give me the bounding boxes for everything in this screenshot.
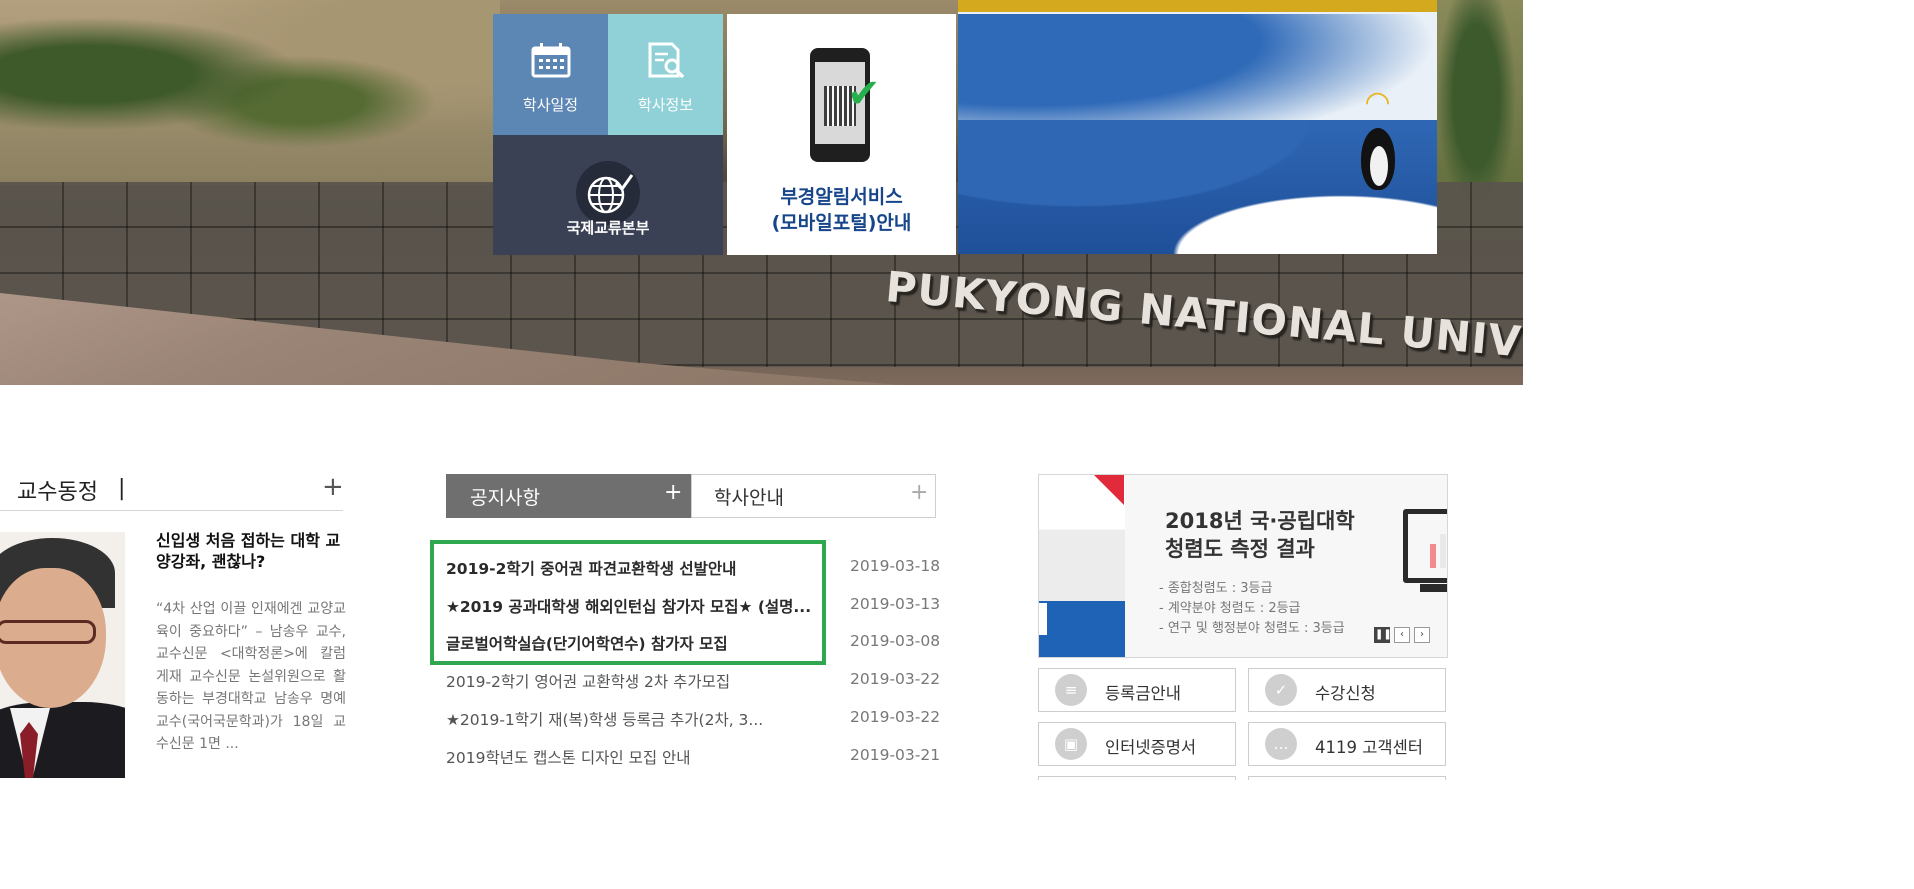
internet-certificate-label: 인터넷증명서	[1105, 738, 1197, 757]
tile-international-office[interactable]: 국제교류본부	[493, 135, 723, 255]
professor-news-summary[interactable]: “4차 산업 이끌 인재에겐 교양교육이 중요하다” – 남송우 교수, 교수신…	[156, 598, 346, 756]
photo-glasses	[0, 620, 96, 644]
checkmark-icon: ✔	[847, 71, 881, 117]
notice-date: 2019-03-13	[850, 595, 941, 613]
mobile-card-title: 부경알림서비스	[780, 186, 903, 208]
internet-certificate-button[interactable]: ▣ 인터넷증명서	[1038, 722, 1236, 766]
monitor-bar	[1440, 534, 1446, 568]
monitor-stand	[1420, 584, 1447, 592]
monitor-chart-icon	[1403, 509, 1447, 592]
tile-academic-info-label: 학사정보	[637, 96, 694, 114]
notice-title[interactable]: ★2019-1학기 재(복)학생 등록금 추가(2차, 3...	[446, 708, 818, 730]
course-registration-button[interactable]: ✓ 수강신청	[1248, 668, 1446, 712]
tab-academic-guide[interactable]: 학사안내 +	[691, 474, 936, 518]
penguin-illustration	[1361, 128, 1395, 190]
prev-button[interactable]: ‹	[1394, 627, 1410, 643]
banner-blue-block	[1039, 601, 1125, 657]
list-item[interactable]: 2019학년도 캡스톤 디자인 모집 안내 2019-03-21	[446, 746, 940, 768]
notice-date: 2019-03-21	[850, 746, 941, 764]
quick-link-partial[interactable]	[1038, 776, 1236, 780]
mobile-card-subtitle: (모바일포털)안내	[771, 212, 912, 234]
professor-news-headline[interactable]: 신입생 처음 접하는 대학 교양강좌, 괜찮나?	[156, 530, 346, 572]
tab-notices[interactable]: 공지사항 +	[446, 474, 691, 518]
tab-academic-guide-more-icon[interactable]: +	[910, 480, 928, 505]
notice-date: 2019-03-22	[850, 670, 941, 688]
integrity-item: - 계약분야 청렴도 : 2등급	[1159, 601, 1301, 616]
chat-bubble-icon: …	[1265, 728, 1297, 760]
tile-academic-schedule[interactable]: 학사일정	[493, 14, 608, 135]
tab-notices-more-icon[interactable]: +	[664, 480, 682, 505]
professor-news-title: 교수동정	[17, 480, 98, 505]
penguin-promo-banner[interactable]: ◠	[958, 0, 1437, 254]
customer-center-label: 4119 고객센터	[1315, 738, 1423, 757]
tile-academic-schedule-label: 학사일정	[522, 96, 579, 114]
list-item[interactable]: 2019-2학기 영어권 교환학생 2차 추가모집 2019-03-22	[446, 670, 940, 692]
tab-notices-label: 공지사항	[470, 487, 540, 509]
professor-news-more-button[interactable]: +	[322, 472, 344, 502]
document-search-icon	[646, 42, 686, 84]
pause-button[interactable]: ❚❚	[1374, 627, 1392, 643]
notice-title[interactable]: 2019학년도 캡스톤 디자인 모집 안내	[446, 746, 818, 768]
list-item[interactable]: ★2019-1학기 재(복)학생 등록금 추가(2차, 3... 2019-03…	[446, 708, 940, 730]
course-registration-label: 수강신청	[1315, 684, 1376, 703]
campus-trees	[0, 0, 500, 185]
checklist-icon: ✓	[1265, 674, 1297, 706]
calendar-icon	[531, 42, 571, 82]
integrity-item: - 종합청렴도 : 3등급	[1159, 581, 1273, 596]
tuition-info-button[interactable]: ≡ 등록금안내	[1038, 668, 1236, 712]
quick-link-partial[interactable]	[1248, 776, 1446, 780]
tile-international-office-label: 국제교류본부	[566, 219, 650, 237]
integrity-subtitle: 청렴도 측정 결과	[1165, 537, 1315, 561]
highlight-frame	[430, 540, 826, 665]
globe-icon	[576, 161, 640, 225]
professor-photo[interactable]	[0, 532, 125, 778]
section-divider	[0, 510, 343, 511]
monitor-bar	[1430, 544, 1436, 568]
integrity-item: - 연구 및 행정분야 청렴도 : 3등급	[1159, 621, 1345, 636]
notice-date: 2019-03-08	[850, 632, 941, 650]
penguin-belly	[1370, 146, 1388, 186]
tile-academic-info[interactable]: 학사정보	[608, 14, 723, 135]
customer-center-button[interactable]: … 4119 고객센터	[1248, 722, 1446, 766]
integrity-result-banner[interactable]: 2018년 국·공립대학 청렴도 측정 결과 - 종합청렴도 : 3등급 - 계…	[1038, 474, 1448, 658]
integrity-title: 2018년 국·공립대학	[1165, 509, 1355, 533]
tuition-info-label: 등록금안내	[1105, 684, 1181, 703]
tab-academic-guide-label: 학사안내	[714, 487, 784, 509]
document-list-icon: ≡	[1055, 674, 1087, 706]
title-divider: |	[118, 476, 126, 501]
next-button[interactable]: ›	[1414, 627, 1430, 643]
mobile-alert-service-card[interactable]: ✔ 부경알림서비스 (모바일포털)안내	[727, 14, 956, 255]
notice-date: 2019-03-18	[850, 557, 941, 575]
notice-date: 2019-03-22	[850, 708, 941, 726]
certificate-icon: ▣	[1055, 728, 1087, 760]
professor-news-section: 교수동정 | + 신입생 처음 접하는 대학 교양강좌, 괜찮나? “4차 산업…	[0, 472, 346, 778]
wifi-icon: ◠	[1366, 85, 1390, 120]
banner-blue-accent	[1039, 603, 1047, 635]
notice-title[interactable]: 2019-2학기 영어권 교환학생 2차 추가모집	[446, 670, 818, 692]
